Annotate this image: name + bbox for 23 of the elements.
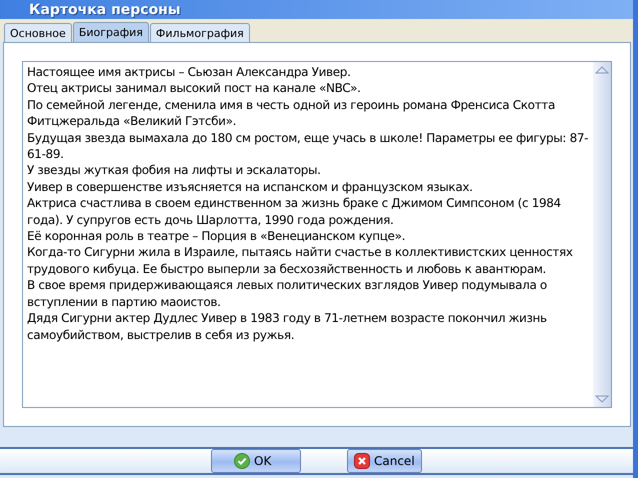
biography-paragraph: Уивер в совершенстве изъясняется на испанском и французском языках. bbox=[27, 178, 474, 196]
scroll-down-icon[interactable] bbox=[595, 394, 609, 404]
scroll-up-icon[interactable] bbox=[595, 65, 609, 75]
cross-icon bbox=[354, 453, 370, 469]
tab[interactable]: Основное bbox=[4, 23, 72, 42]
ok-button[interactable]: OK bbox=[211, 449, 301, 473]
biography-paragraph: Её коронная роль в театре – Порция в «Венецианском купце». bbox=[27, 228, 406, 244]
cancel-button[interactable]: Cancel bbox=[347, 449, 422, 473]
biography-paragraph: В свое время придерживающаяся левых политических взглядов Уивер подумывала о вступлении в партию маоистов. bbox=[27, 277, 548, 310]
biography-paragraph: Актриса счастлива в своем единственном за жизнь браке с Джимом Симпсоном (с 1984 года). У супругов есть дочь Шарлотта, 1990 года рождения. bbox=[27, 195, 562, 228]
biography-paragraph: Дядя Сигурни актер Дудлес Уивер в 1983 году в 71-летнем возрасте покончил жизнь самоубийством, выстрелив в себя из ружья. bbox=[27, 310, 548, 343]
biography-paragraph: Отец актрисы занимал высокий пост на канале «NBC». bbox=[27, 80, 362, 97]
tab[interactable]: Биография bbox=[72, 22, 149, 42]
check-icon bbox=[234, 453, 250, 469]
biography-text-area[interactable] bbox=[22, 61, 612, 408]
biography-paragraph: Настоящее имя актрисы – Сьюзан Александра Уивер. bbox=[27, 64, 352, 80]
tab[interactable]: Фильмография bbox=[150, 23, 250, 42]
biography-paragraph: По семейной легенде, сменила имя в честь одной из героинь романа Френсиса Скотта Фитцжеральда «Великий Гэтсби». bbox=[27, 96, 556, 130]
biography-paragraph: У звезды жуткая фобия на лифты и эскалаторы. bbox=[27, 162, 322, 179]
biography-paragraph: Когда-то Сигурни жила в Израиле, пытаясь найти счастье в коллективистских ценностях трудового кибуца. Ее быстро выперли за бесхозяйственность и любовь к авантюрам. bbox=[27, 244, 574, 278]
biography-paragraph: Будущая звезда вымахала до 180 см ростом, еще учась в школе! Параметры ее фигуры: 87-61-89. bbox=[27, 130, 590, 162]
scrollbar[interactable] bbox=[593, 62, 611, 407]
window-title: Карточка персоны bbox=[29, 2, 181, 18]
